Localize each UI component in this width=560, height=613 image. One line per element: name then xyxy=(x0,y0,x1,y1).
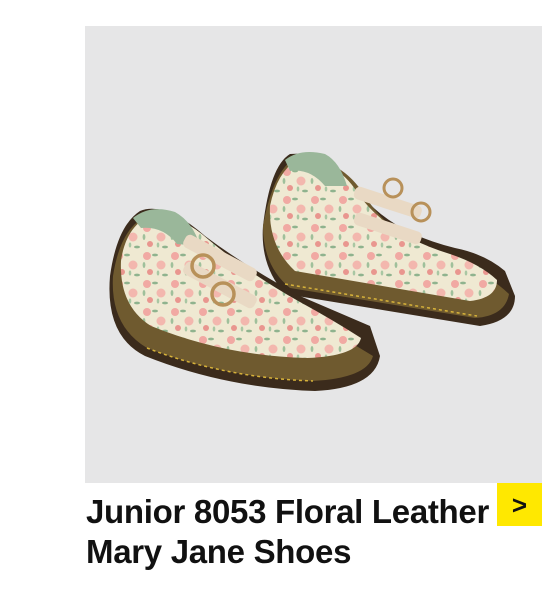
chevron-right-icon: > xyxy=(511,489,528,520)
product-image[interactable] xyxy=(85,26,542,483)
next-arrow-button[interactable]: > xyxy=(497,483,542,526)
shoes-illustration xyxy=(109,152,515,391)
product-title[interactable]: Junior 8053 Floral Leather Mary Jane Sho… xyxy=(86,492,526,572)
product-card[interactable]: Junior 8053 Floral Leather Mary Jane Sho… xyxy=(0,0,560,613)
